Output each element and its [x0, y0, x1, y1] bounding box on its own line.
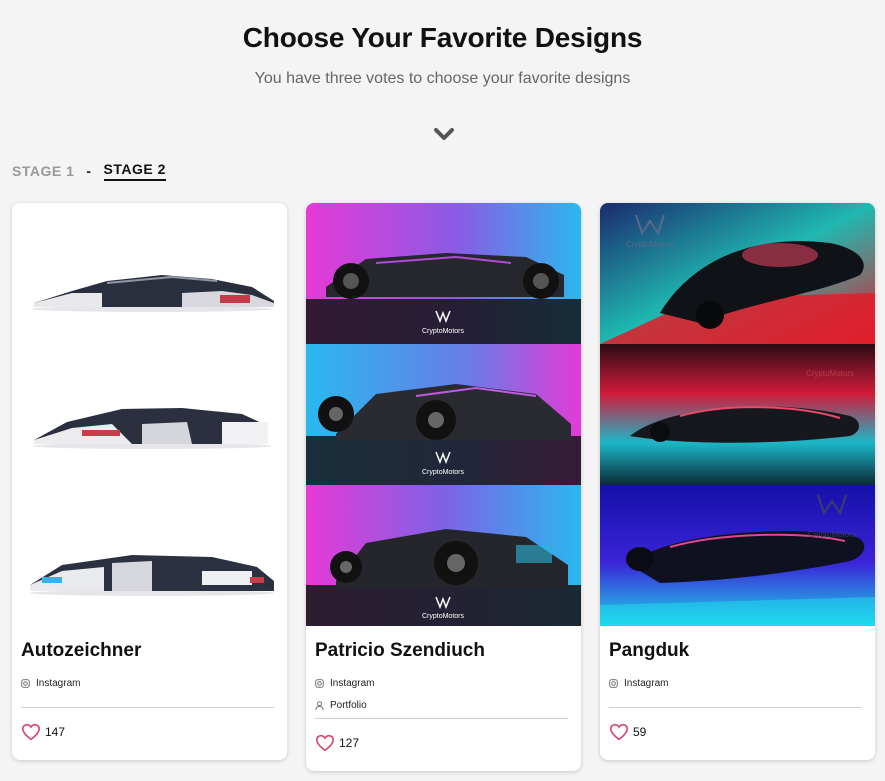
design-card-autozeichner[interactable]: Autozeichner Instagram 147 [12, 203, 287, 760]
design-image-3[interactable]: CryptoMotors [600, 485, 875, 626]
portfolio-link[interactable]: Portfolio [315, 700, 367, 711]
instagram-link[interactable]: Instagram [315, 678, 374, 689]
stage-separator: - [86, 163, 92, 179]
watermark-logo: CryptoMotors [806, 369, 854, 378]
vote-count: 127 [339, 736, 360, 750]
vote-count: 147 [45, 725, 66, 739]
page-title: Choose Your Favorite Designs [242, 22, 643, 53]
tab-stage-2[interactable]: STAGE 2 [103, 161, 166, 181]
instagram-link[interactable]: Instagram [609, 678, 668, 689]
design-image-3[interactable] [12, 485, 287, 626]
design-card-pangduk[interactable]: CryptoMotors CryptoMotors CryptoMotors P… [600, 203, 875, 760]
stage-tabs: STAGE 1 - STAGE 2 [12, 161, 166, 181]
designer-name: Patricio Szendiuch [315, 640, 485, 661]
vote-row: 127 [315, 734, 359, 752]
instagram-link-label: Instagram [330, 678, 375, 689]
vote-row: 147 [21, 723, 65, 741]
design-image-3[interactable]: CryptoMotors [306, 485, 581, 626]
designer-name: Autozeichner [21, 640, 142, 661]
vote-count: 59 [633, 725, 647, 739]
design-image-2[interactable] [12, 344, 287, 485]
heart-icon[interactable] [21, 723, 41, 741]
instagram-link-label: Instagram [36, 678, 81, 689]
divider [609, 707, 862, 708]
design-image-2[interactable]: CryptoMotors [600, 344, 875, 485]
designer-name: Pangduk [609, 640, 690, 661]
chevron-down-icon[interactable] [432, 122, 456, 146]
divider [315, 718, 568, 719]
portfolio-link-label: Portfolio [330, 700, 367, 711]
page-subtitle: You have three votes to choose your favo… [254, 70, 631, 87]
watermark-logo: CryptoMotors [626, 240, 674, 249]
person-icon [315, 700, 324, 710]
design-image-2[interactable]: CryptoMotors [306, 344, 581, 485]
divider [21, 707, 274, 708]
heart-icon[interactable] [315, 734, 335, 752]
watermark-logo: CryptoMotors [422, 469, 465, 476]
design-image-1[interactable]: CryptoMotors [306, 203, 581, 344]
instagram-link[interactable]: Instagram [21, 678, 80, 689]
design-image-1[interactable] [12, 203, 287, 344]
design-card-patricio-szendiuch[interactable]: CryptoMotors CryptoMotors CryptoMotors P… [306, 203, 581, 771]
instagram-icon [21, 679, 30, 688]
watermark-logo: CryptoMotors [422, 328, 465, 335]
watermark-logo: CryptoMotors [808, 530, 856, 539]
watermark-logo: CryptoMotors [422, 613, 465, 620]
design-image-1[interactable]: CryptoMotors [600, 203, 875, 344]
vote-row: 59 [609, 723, 646, 741]
heart-icon[interactable] [609, 723, 629, 741]
instagram-icon [609, 679, 618, 688]
instagram-icon [315, 679, 324, 688]
instagram-link-label: Instagram [624, 678, 669, 689]
tab-stage-1[interactable]: STAGE 1 [12, 163, 74, 179]
